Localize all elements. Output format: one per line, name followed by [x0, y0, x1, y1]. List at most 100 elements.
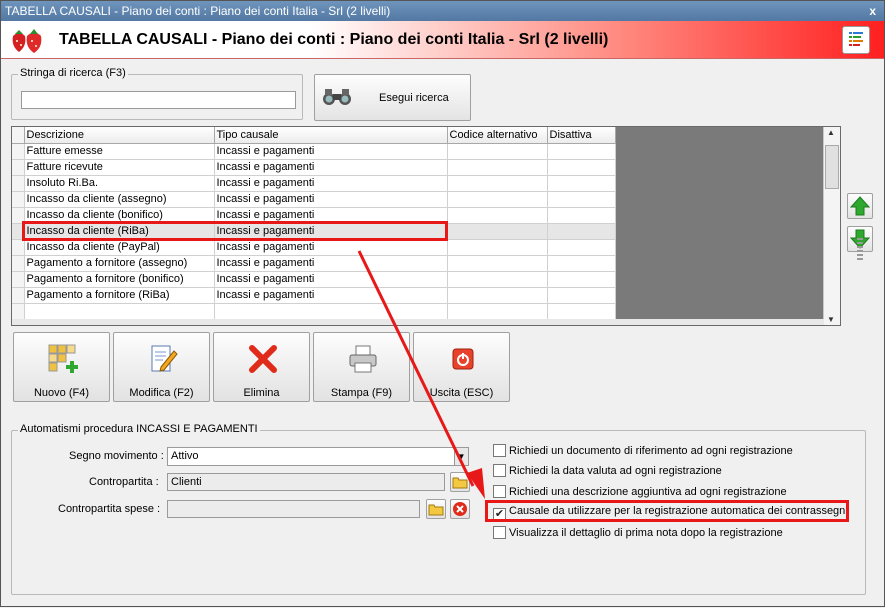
cell-descrizione[interactable]: Fatture ricevute — [24, 159, 215, 176]
cell-empty[interactable] — [214, 303, 448, 320]
check-dettaglio-prima-nota[interactable]: Visualizza il dettaglio di prima nota do… — [493, 526, 783, 539]
table-row[interactable]: Incasso da cliente (PayPal) Incassi e pag… — [12, 239, 616, 256]
new-grid-icon — [48, 344, 78, 373]
stampa-label: Stampa (F9) — [330, 387, 393, 399]
spese-browse-button[interactable] — [426, 499, 446, 519]
binoculars-icon — [323, 89, 351, 105]
menu-button[interactable] — [842, 26, 870, 54]
cell-codice[interactable] — [447, 159, 548, 176]
search-legend: Stringa di ricerca (F3) — [18, 67, 128, 79]
spese-clear-button[interactable] — [450, 499, 470, 519]
grid-vertical-scrollbar[interactable]: ▲ ▼ — [823, 127, 840, 325]
cell-tipo[interactable]: Incassi e pagamenti — [214, 239, 448, 256]
strawberry-logo-icon — [12, 29, 42, 53]
edit-document-icon — [151, 345, 178, 372]
cell-descrizione[interactable]: Pagamento a fornitore (RiBa) — [24, 287, 215, 304]
column-header-tipo[interactable]: Tipo causale — [214, 127, 448, 144]
title-bar: TABELLA CAUSALI - Piano dei conti : Pian… — [1, 1, 884, 21]
nuovo-label: Nuovo (F4) — [33, 387, 90, 399]
cell-tipo[interactable]: Incassi e pagamenti — [214, 255, 448, 272]
cell-disattiva[interactable] — [547, 159, 616, 176]
checkbox[interactable] — [493, 464, 506, 477]
table-row[interactable]: Pagamento a fornitore (assegno) Incassi e… — [12, 255, 616, 272]
cell-tipo[interactable]: Incassi e pagamenti — [214, 191, 448, 208]
table-row[interactable]: Fatture emesse Incassi e pagamenti — [12, 143, 616, 160]
search-button-label: Esegui ricerca — [379, 92, 449, 104]
cell-tipo[interactable]: Incassi e pagamenti — [214, 175, 448, 192]
cell-disattiva[interactable] — [547, 287, 616, 304]
cell-disattiva[interactable] — [547, 255, 616, 272]
segno-movimento-select[interactable]: Attivo ▼ — [167, 447, 469, 466]
cell-tipo[interactable]: Incassi e pagamenti — [214, 271, 448, 288]
column-header-codice[interactable]: Codice alternativo — [447, 127, 548, 144]
cell-tipo[interactable]: Incassi e pagamenti — [214, 143, 448, 160]
cell-codice[interactable] — [447, 239, 548, 256]
cell-disattiva[interactable] — [547, 223, 616, 240]
cell-codice[interactable] — [447, 271, 548, 288]
contropartita-spese-field[interactable] — [167, 500, 420, 518]
cell-descrizione[interactable]: Insoluto Ri.Ba. — [24, 175, 215, 192]
cell-empty[interactable] — [24, 303, 215, 320]
column-header-descrizione[interactable]: Descrizione — [24, 127, 215, 144]
table-row[interactable]: Incasso da cliente (assegno) Incassi e pa… — [12, 191, 616, 208]
table-row[interactable]: Pagamento a fornitore (bonifico) Incassi … — [12, 271, 616, 288]
dropdown-arrow-icon[interactable]: ▼ — [454, 448, 468, 465]
cell-codice[interactable] — [447, 255, 548, 272]
checkbox[interactable] — [493, 526, 506, 539]
cell-codice[interactable] — [447, 191, 548, 208]
grip-handle[interactable] — [857, 238, 863, 262]
elimina-button[interactable]: Elimina — [213, 332, 310, 402]
cell-codice[interactable] — [447, 287, 548, 304]
table-row[interactable]: Pagamento a fornitore (RiBa) Incassi e pa… — [12, 287, 616, 304]
cell-codice[interactable] — [447, 143, 548, 160]
cell-disattiva[interactable] — [547, 143, 616, 160]
uscita-label: Uscita (ESC) — [429, 387, 494, 399]
cell-empty[interactable] — [447, 303, 548, 320]
cell-disattiva[interactable] — [547, 271, 616, 288]
check-documento-riferimento[interactable]: Richiedi un documento di riferimento ad … — [493, 444, 793, 457]
stampa-button[interactable]: Stampa (F9) — [313, 332, 410, 402]
close-icon[interactable]: x — [869, 1, 876, 21]
check-label: Visualizza il dettaglio di prima nota do… — [509, 527, 783, 539]
contropartita-browse-button[interactable] — [450, 472, 470, 492]
check-data-valuta[interactable]: Richiedi la data valuta ad ogni registra… — [493, 464, 722, 477]
cell-descrizione[interactable]: Fatture emesse — [24, 143, 215, 160]
move-up-button[interactable] — [847, 193, 873, 219]
cell-disattiva[interactable] — [547, 207, 616, 224]
check-descrizione-aggiuntiva[interactable]: Richiedi una descrizione aggiuntiva ad o… — [493, 485, 787, 498]
cell-disattiva[interactable] — [547, 239, 616, 256]
check-label: Richiedi la data valuta ad ogni registra… — [509, 465, 722, 477]
grid-horizontal-scrollbar[interactable] — [12, 319, 824, 325]
contropartita-spese-label: Contropartita spese : — [58, 503, 161, 515]
column-header-disattiva[interactable]: Disattiva — [547, 127, 616, 144]
modifica-button[interactable]: Modifica (F2) — [113, 332, 210, 402]
cell-codice[interactable] — [447, 207, 548, 224]
table-row[interactable]: Fatture ricevute Incassi e pagamenti — [12, 159, 616, 176]
checkbox[interactable] — [493, 444, 506, 457]
cell-disattiva[interactable] — [547, 191, 616, 208]
scroll-down-icon[interactable]: ▼ — [827, 315, 835, 324]
cell-descrizione[interactable]: Pagamento a fornitore (bonifico) — [24, 271, 215, 288]
search-button[interactable]: Esegui ricerca — [314, 74, 471, 121]
cell-descrizione[interactable]: Pagamento a fornitore (assegno) — [24, 255, 215, 272]
contropartita-field[interactable]: Clienti — [167, 473, 445, 491]
segno-movimento-label: Segno movimento : — [69, 450, 164, 462]
uscita-button[interactable]: Uscita (ESC) — [413, 332, 510, 402]
table-row[interactable]: Insoluto Ri.Ba. Incassi e pagamenti — [12, 175, 616, 192]
cell-descrizione[interactable]: Incasso da cliente (PayPal) — [24, 239, 215, 256]
cell-tipo[interactable]: Incassi e pagamenti — [214, 287, 448, 304]
printer-icon — [349, 345, 377, 373]
checkbox[interactable] — [493, 485, 506, 498]
scroll-up-icon[interactable]: ▲ — [827, 128, 835, 137]
cell-codice[interactable] — [447, 223, 548, 240]
nuovo-button[interactable]: Nuovo (F4) — [13, 332, 110, 402]
main-window: TABELLA CAUSALI - Piano dei conti : Pian… — [0, 0, 885, 607]
search-input[interactable] — [21, 91, 296, 109]
cell-codice[interactable] — [447, 175, 548, 192]
cell-descrizione[interactable]: Incasso da cliente (assegno) — [24, 191, 215, 208]
scroll-thumb[interactable] — [825, 145, 839, 189]
cell-disattiva[interactable] — [547, 175, 616, 192]
table-row-empty[interactable] — [12, 303, 616, 320]
cell-tipo[interactable]: Incassi e pagamenti — [214, 159, 448, 176]
cell-empty[interactable] — [547, 303, 616, 320]
